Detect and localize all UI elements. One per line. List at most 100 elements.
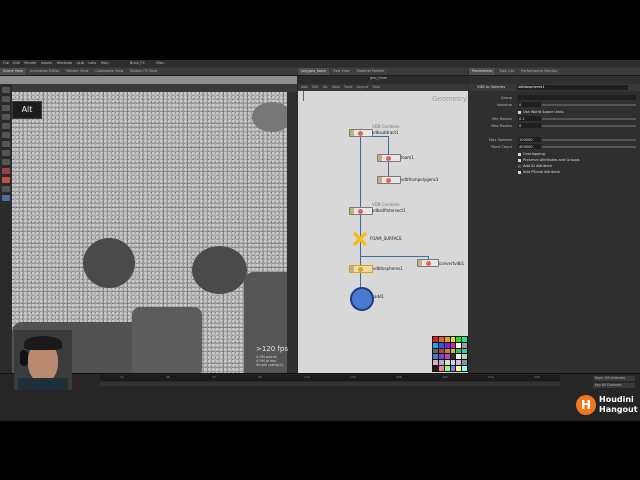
network-canvas[interactable]: VDB Combine vdbsubtract1 foam1 vdbfrompo… bbox=[298, 91, 468, 373]
palette-swatch[interactable] bbox=[438, 360, 444, 366]
palette-swatch[interactable] bbox=[462, 354, 467, 360]
node-flag[interactable] bbox=[418, 260, 422, 266]
menu-windows[interactable]: Windows bbox=[57, 60, 73, 67]
tab-render-view[interactable]: Render View bbox=[63, 68, 92, 75]
palette-swatch[interactable] bbox=[450, 354, 456, 360]
palette-swatch[interactable] bbox=[433, 342, 438, 348]
palette-swatch[interactable] bbox=[456, 348, 462, 354]
max-spheres-field[interactable]: 100000 bbox=[518, 137, 541, 142]
worldspace-checkbox[interactable] bbox=[518, 110, 521, 114]
isovalue-field[interactable]: 0 bbox=[518, 102, 541, 107]
palette-swatch[interactable] bbox=[433, 348, 438, 354]
point-count-slider[interactable] bbox=[542, 146, 636, 148]
node-vdbsubtract1[interactable] bbox=[349, 129, 373, 137]
snap-icon[interactable] bbox=[2, 150, 10, 156]
group-field[interactable] bbox=[518, 95, 636, 100]
tab-network[interactable]: /obj/geo_foam bbox=[298, 68, 329, 75]
node-flag[interactable] bbox=[350, 208, 354, 214]
palette-swatch[interactable] bbox=[462, 366, 467, 371]
max-radius-field[interactable]: 0 bbox=[518, 123, 541, 128]
palette-swatch[interactable] bbox=[444, 366, 450, 371]
timeline-scrubber[interactable] bbox=[100, 382, 560, 386]
node-flag[interactable] bbox=[350, 130, 354, 136]
menu-edit[interactable]: Edit bbox=[13, 60, 20, 67]
palette-swatch[interactable] bbox=[456, 342, 462, 348]
menu-labs[interactable]: Labs bbox=[88, 60, 96, 67]
add-pscale-checkbox[interactable] bbox=[518, 170, 521, 174]
net-menu-view[interactable]: View bbox=[332, 84, 340, 91]
palette-swatch[interactable] bbox=[444, 348, 450, 354]
palette-swatch[interactable] bbox=[433, 366, 438, 371]
handle-tool-icon[interactable] bbox=[2, 123, 10, 129]
tab-performance-monitor[interactable]: Performance Monitor bbox=[518, 68, 561, 75]
shelf-set-selector[interactable]: Main bbox=[156, 60, 164, 67]
net-menu-tools[interactable]: Tools bbox=[344, 84, 352, 91]
palette-swatch[interactable] bbox=[456, 366, 462, 371]
net-menu-help[interactable]: Help bbox=[372, 84, 380, 91]
view-tool-icon[interactable] bbox=[2, 141, 10, 147]
menu-help[interactable]: Help bbox=[101, 60, 109, 67]
tab-material-palette[interactable]: Material Palette bbox=[353, 68, 388, 75]
palette-swatch[interactable] bbox=[450, 366, 456, 371]
node-vdbtospheres1[interactable] bbox=[349, 265, 373, 273]
palette-swatch[interactable] bbox=[456, 360, 462, 366]
net-menu-edit[interactable]: Edit bbox=[312, 84, 319, 91]
palette-swatch[interactable] bbox=[462, 360, 467, 366]
color-palette[interactable] bbox=[432, 336, 468, 372]
magnet-icon[interactable] bbox=[2, 168, 10, 174]
node-flag[interactable] bbox=[350, 266, 354, 272]
timeline-ruler[interactable]: 24 48 72 96 120 144 168 192 216 240 bbox=[100, 375, 560, 381]
tab-composite-view[interactable]: Composite View bbox=[92, 68, 127, 75]
keys-channels-button[interactable]: Keys: 0/0 channels bbox=[593, 376, 635, 381]
camera-icon[interactable] bbox=[2, 195, 10, 201]
preserve-checkbox[interactable] bbox=[518, 158, 521, 162]
point-count-field[interactable]: 400000 bbox=[518, 144, 541, 149]
node-convertvdb1[interactable] bbox=[417, 259, 439, 267]
isovalue-slider[interactable] bbox=[542, 104, 636, 106]
brush-icon[interactable] bbox=[2, 159, 10, 165]
palette-swatch[interactable] bbox=[438, 337, 444, 342]
menu-qlib[interactable]: qLib bbox=[77, 60, 84, 67]
palette-swatch[interactable] bbox=[444, 337, 450, 342]
record-icon[interactable] bbox=[2, 177, 10, 183]
palette-swatch[interactable] bbox=[444, 342, 450, 348]
node-vdbsdfintersect1[interactable] bbox=[349, 207, 373, 215]
palette-swatch[interactable] bbox=[433, 360, 438, 366]
node-flag[interactable] bbox=[378, 155, 382, 161]
min-radius-slider[interactable] bbox=[542, 118, 636, 120]
node-add1[interactable] bbox=[350, 287, 374, 311]
node-flag[interactable] bbox=[378, 177, 382, 183]
net-menu-add[interactable]: Add bbox=[301, 84, 308, 91]
palette-swatch[interactable] bbox=[438, 348, 444, 354]
palette-swatch[interactable] bbox=[450, 337, 456, 342]
tab-scene-view[interactable]: Scene View bbox=[0, 68, 27, 75]
palette-swatch[interactable] bbox=[462, 342, 467, 348]
palette-swatch[interactable] bbox=[456, 337, 462, 342]
tab-parameters[interactable]: Parameters bbox=[469, 68, 496, 75]
palette-swatch[interactable] bbox=[450, 348, 456, 354]
palette-swatch[interactable] bbox=[433, 354, 438, 360]
palette-swatch[interactable] bbox=[438, 366, 444, 371]
palette-swatch[interactable] bbox=[444, 360, 450, 366]
palette-swatch[interactable] bbox=[456, 354, 462, 360]
node-vdbfrompolygons3[interactable] bbox=[377, 176, 401, 184]
null-node-icon[interactable] bbox=[353, 232, 367, 246]
net-menu-layout[interactable]: Layout bbox=[357, 84, 369, 91]
max-spheres-slider[interactable] bbox=[542, 139, 636, 141]
menu-assets[interactable]: Assets bbox=[41, 60, 52, 67]
palette-swatch[interactable] bbox=[450, 342, 456, 348]
palette-swatch[interactable] bbox=[438, 342, 444, 348]
max-radius-slider[interactable] bbox=[542, 125, 636, 127]
node-name-field[interactable]: vdbtospheres1 bbox=[517, 85, 628, 90]
scale-tool-icon[interactable] bbox=[2, 114, 10, 120]
display-icon[interactable] bbox=[2, 186, 10, 192]
node-foam1[interactable] bbox=[377, 154, 401, 162]
move-tool-icon[interactable] bbox=[2, 96, 10, 102]
select-tool-icon[interactable] bbox=[2, 87, 10, 93]
palette-swatch[interactable] bbox=[450, 360, 456, 366]
menu-render[interactable]: Render bbox=[24, 60, 36, 67]
overlapping-checkbox[interactable] bbox=[518, 152, 521, 156]
rotate-tool-icon[interactable] bbox=[2, 105, 10, 111]
network-path[interactable]: geo_foam bbox=[370, 76, 387, 80]
tab-animation-editor[interactable]: Animation Editor bbox=[27, 68, 63, 75]
